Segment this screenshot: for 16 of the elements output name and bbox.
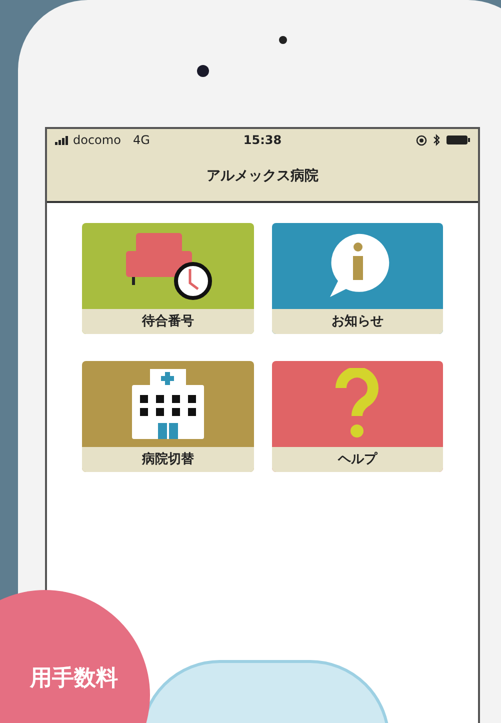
battery-icon [446, 135, 470, 145]
bluetooth-icon [432, 134, 440, 146]
rotation-lock-icon [416, 134, 427, 146]
badge-text: 用手数料 [30, 665, 118, 693]
clock-time: 15:38 [243, 132, 282, 149]
menu-tile[interactable]: 待合番号 [82, 223, 254, 334]
menu-tile[interactable]: 病院切替 [82, 361, 254, 472]
carrier-name: docomo [73, 132, 121, 149]
network-type: 4G [132, 132, 150, 149]
menu-tile[interactable]: ヘルプ [272, 361, 443, 472]
signal-icon [55, 136, 69, 144]
menu-tile[interactable]: お知らせ [272, 223, 443, 334]
speaker-icon [197, 65, 209, 77]
screen-title: アルメックス病院 [206, 166, 318, 186]
question-mark-icon [335, 368, 380, 440]
front-camera-icon [279, 36, 287, 44]
